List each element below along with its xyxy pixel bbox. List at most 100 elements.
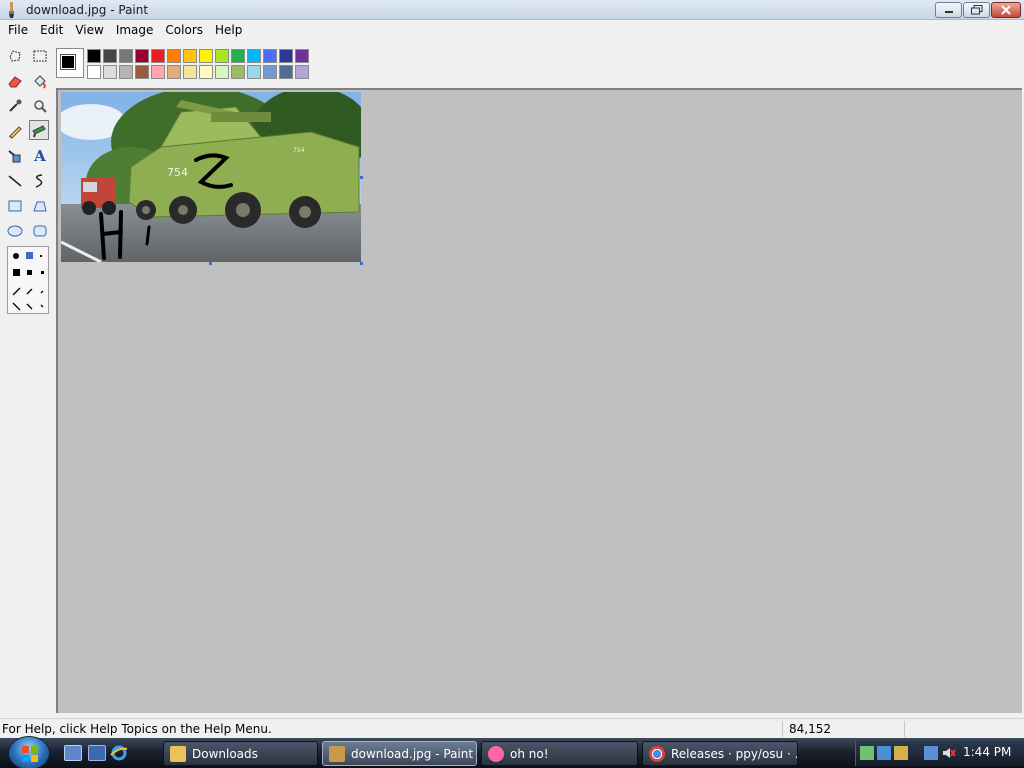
brush-option-round-large[interactable] <box>13 253 19 259</box>
canvas-image[interactable]: 754 754 <box>61 92 361 262</box>
palette-swatch[interactable] <box>199 65 213 79</box>
task-label: Downloads <box>192 746 258 761</box>
palette-swatch[interactable] <box>247 65 261 79</box>
palette-swatch[interactable] <box>151 49 165 63</box>
brush-option-round-small[interactable] <box>40 255 42 257</box>
palette-swatch[interactable] <box>87 65 101 79</box>
menu-bar: File Edit View Image Colors Help <box>0 20 1024 40</box>
brush-option-square-medium[interactable] <box>27 270 32 275</box>
task-paint[interactable]: download.jpg - Paint <box>322 741 477 766</box>
rect-select-icon <box>33 50 47 62</box>
palette-swatch[interactable] <box>295 49 309 63</box>
restore-icon <box>970 5 982 15</box>
tray-security-icon[interactable] <box>894 746 908 760</box>
folder-icon <box>170 745 186 762</box>
brush-option-square-small[interactable] <box>41 271 44 274</box>
pencil-tool[interactable] <box>5 121 25 141</box>
free-select-tool[interactable] <box>5 46 25 66</box>
current-colors[interactable] <box>56 48 84 78</box>
palette-swatch[interactable] <box>103 49 117 63</box>
resize-handle-bottom[interactable] <box>209 262 212 265</box>
chrome-icon <box>649 745 665 762</box>
title-bar: download.jpg - Paint <box>0 0 1024 20</box>
tank-plate-rear: 754 <box>293 147 305 154</box>
start-button[interactable] <box>8 736 50 768</box>
menu-colors[interactable]: Colors <box>159 20 209 40</box>
brush-option-square-large[interactable] <box>13 269 20 276</box>
menu-image[interactable]: Image <box>110 20 160 40</box>
close-icon <box>1001 5 1011 15</box>
palette-swatch[interactable] <box>119 49 133 63</box>
text-tool[interactable]: A <box>30 146 50 166</box>
palette-swatch[interactable] <box>167 49 181 63</box>
menu-edit[interactable]: Edit <box>34 20 69 40</box>
task-downloads[interactable]: Downloads <box>163 741 318 766</box>
brush-option-slashes[interactable] <box>11 283 49 313</box>
tray-app-icon[interactable] <box>860 746 874 760</box>
tank-plate: 754 <box>167 166 188 179</box>
palette-swatch[interactable] <box>183 49 197 63</box>
tray-network-icon[interactable] <box>877 746 891 760</box>
palette-swatch[interactable] <box>135 49 149 63</box>
resize-handle-corner[interactable] <box>360 262 363 265</box>
close-button[interactable] <box>991 2 1021 18</box>
palette-swatch[interactable] <box>183 65 197 79</box>
task-label: Releases · ppy/osu · ... <box>671 746 798 761</box>
palette-swatch[interactable] <box>263 49 277 63</box>
task-osu[interactable]: oh no! <box>481 741 638 766</box>
palette-swatch[interactable] <box>279 65 293 79</box>
palette-swatch[interactable] <box>215 65 229 79</box>
task-chrome[interactable]: Releases · ppy/osu · ... <box>642 741 798 766</box>
foreground-color[interactable] <box>60 54 76 70</box>
network-icon[interactable] <box>924 746 938 760</box>
rectangle-tool[interactable] <box>5 196 25 216</box>
palette-swatch[interactable] <box>87 49 101 63</box>
osu-icon <box>488 745 504 762</box>
task-label: download.jpg - Paint <box>351 746 474 761</box>
rounded-rectangle-tool[interactable] <box>30 221 50 241</box>
resize-handle-right[interactable] <box>360 176 363 179</box>
palette-swatch[interactable] <box>167 65 181 79</box>
curve-tool[interactable] <box>30 171 50 191</box>
status-help-text: For Help, click Help Topics on the Help … <box>2 722 272 736</box>
menu-help[interactable]: Help <box>209 20 248 40</box>
ellipse-tool[interactable] <box>5 221 25 241</box>
maximize-button[interactable] <box>963 2 990 18</box>
menu-file[interactable]: File <box>2 20 34 40</box>
volume-muted-icon[interactable] <box>942 746 956 760</box>
paint-app-icon <box>329 745 345 762</box>
menu-view[interactable]: View <box>69 20 109 40</box>
fill-tool[interactable] <box>30 71 50 91</box>
eyedropper-icon <box>9 99 22 112</box>
palette-swatch[interactable] <box>295 65 309 79</box>
eraser-tool[interactable] <box>5 71 25 91</box>
minimize-button[interactable] <box>935 2 962 18</box>
palette-swatch[interactable] <box>231 65 245 79</box>
palette-swatch[interactable] <box>231 49 245 63</box>
rounded-rectangle-icon <box>33 225 47 237</box>
taskbar: Downloads download.jpg - Paint oh no! Re… <box>0 736 1024 768</box>
paint-bucket-icon <box>34 75 46 89</box>
magnifier-tool[interactable] <box>30 96 50 116</box>
palette-swatch[interactable] <box>279 49 293 63</box>
color-picker-tool[interactable] <box>5 96 25 116</box>
palette-swatch[interactable] <box>135 65 149 79</box>
palette-swatch[interactable] <box>199 49 213 63</box>
line-tool[interactable] <box>5 171 25 191</box>
palette-swatch[interactable] <box>103 65 117 79</box>
brush-tool[interactable] <box>29 120 49 140</box>
airbrush-icon <box>8 150 21 163</box>
palette-swatch[interactable] <box>247 49 261 63</box>
show-desktop-icon[interactable] <box>64 745 82 761</box>
palette-swatch[interactable] <box>263 65 277 79</box>
brush-option-round-medium[interactable] <box>26 252 33 259</box>
pencil-icon <box>9 126 22 139</box>
polygon-tool[interactable] <box>30 196 50 216</box>
rect-select-tool[interactable] <box>30 46 50 66</box>
internet-explorer-icon[interactable] <box>110 745 128 761</box>
palette-swatch[interactable] <box>119 65 133 79</box>
switch-windows-icon[interactable] <box>88 745 106 761</box>
palette-swatch[interactable] <box>215 49 229 63</box>
airbrush-tool[interactable] <box>5 146 25 166</box>
palette-swatch[interactable] <box>151 65 165 79</box>
